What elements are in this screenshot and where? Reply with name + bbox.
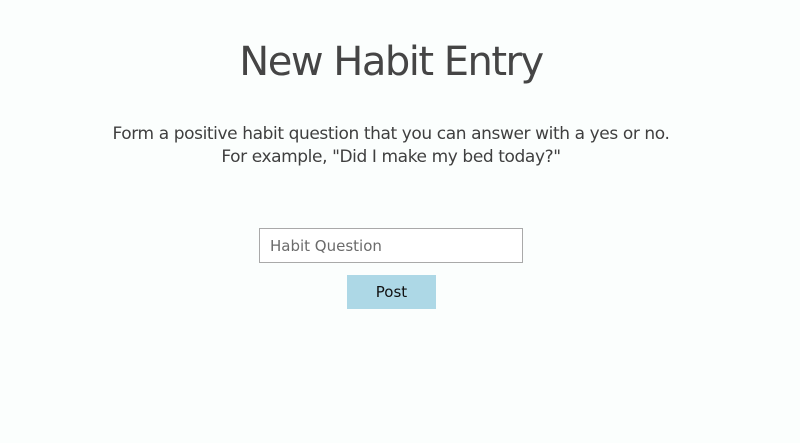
post-button[interactable]: Post: [347, 275, 436, 309]
habit-question-input[interactable]: [259, 228, 523, 263]
instructions-line-2: For example, "Did I make my bed today?": [221, 147, 561, 167]
page-title: New Habit Entry: [239, 39, 544, 85]
instructions: Form a positive habit question that you …: [0, 123, 782, 169]
new-habit-page: New Habit Entry Form a positive habit qu…: [0, 0, 800, 443]
instructions-line-1: Form a positive habit question that you …: [112, 124, 670, 144]
